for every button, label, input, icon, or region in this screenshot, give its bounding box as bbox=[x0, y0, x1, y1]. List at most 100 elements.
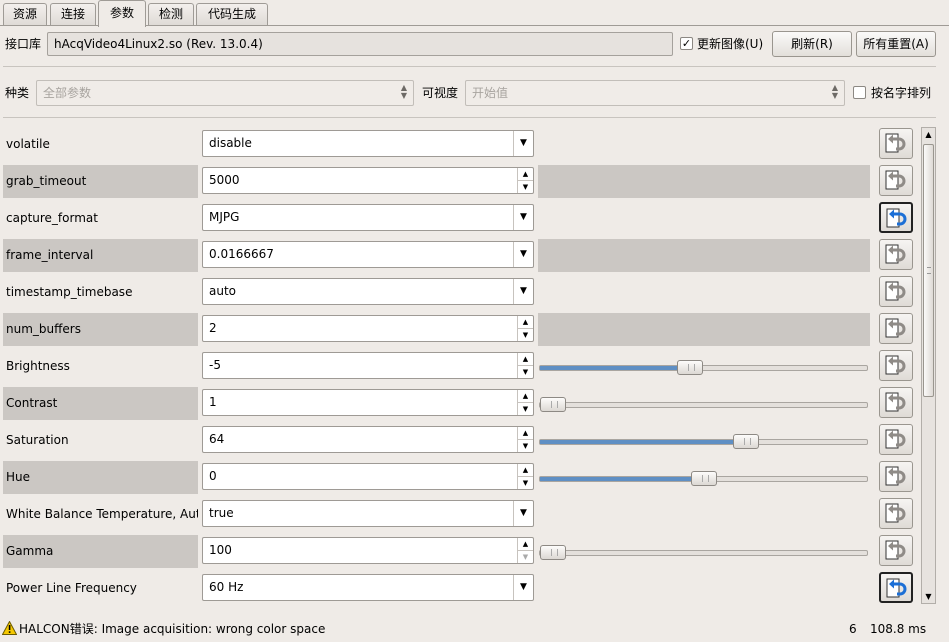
chevron-down-icon[interactable]: ▼ bbox=[513, 131, 533, 156]
param-extra-area bbox=[538, 313, 870, 346]
sort-by-name-label[interactable]: 按名字排列 bbox=[871, 85, 931, 101]
reset-param-button[interactable] bbox=[879, 276, 913, 307]
spin-down-icon[interactable]: ▼ bbox=[518, 365, 533, 377]
reset-param-button[interactable] bbox=[879, 165, 913, 196]
param-name: frame_interval bbox=[3, 239, 198, 272]
interface-label: 接口库 bbox=[5, 37, 42, 51]
param-value-text: 2 bbox=[209, 321, 217, 335]
param-value-text: true bbox=[209, 506, 234, 520]
vertical-scrollbar[interactable]: ▲ ▼ bbox=[921, 127, 936, 604]
param-value-dropdown[interactable]: disable ▼ bbox=[202, 130, 534, 157]
tab-inspect[interactable]: 检测 bbox=[148, 3, 194, 26]
spin-up-icon[interactable]: ▲ bbox=[518, 353, 533, 365]
spin-up-icon[interactable]: ▲ bbox=[518, 538, 533, 550]
param-value-spinbox[interactable]: 64 ▲ ▼ bbox=[202, 426, 534, 453]
chevron-down-icon[interactable]: ▼ bbox=[513, 205, 533, 230]
spin-up-icon[interactable]: ▲ bbox=[518, 464, 533, 476]
param-row: capture_format MJPG ▼ bbox=[0, 200, 920, 237]
reset-param-button[interactable] bbox=[879, 128, 913, 159]
updown-arrow-icon: ▲ ▼ bbox=[400, 83, 408, 100]
chevron-down-icon[interactable]: ▼ bbox=[513, 575, 533, 600]
reset-all-button[interactable]: 所有重置(A) bbox=[856, 31, 936, 57]
separator bbox=[3, 117, 936, 118]
spin-down-icon[interactable]: ▼ bbox=[518, 476, 533, 488]
reset-param-button[interactable] bbox=[879, 350, 913, 381]
undo-icon bbox=[886, 578, 907, 598]
reset-param-button[interactable] bbox=[879, 202, 913, 233]
param-slider[interactable] bbox=[539, 471, 868, 486]
param-value-dropdown[interactable]: 0.0166667 ▼ bbox=[202, 241, 534, 268]
category-label: 种类 bbox=[5, 86, 30, 100]
chevron-down-icon[interactable]: ▼ bbox=[513, 501, 533, 526]
reset-param-button[interactable] bbox=[879, 424, 913, 455]
refresh-button[interactable]: 刷新(R) bbox=[772, 31, 852, 57]
spin-down-icon[interactable]: ▼ bbox=[518, 180, 533, 192]
spin-up-icon[interactable]: ▲ bbox=[518, 316, 533, 328]
scroll-down-icon[interactable]: ▼ bbox=[922, 590, 935, 603]
param-value-spinbox[interactable]: 2 ▲ ▼ bbox=[202, 315, 534, 342]
undo-icon bbox=[885, 429, 906, 449]
param-value-text: 60 Hz bbox=[209, 580, 244, 594]
param-value-dropdown[interactable]: auto ▼ bbox=[202, 278, 534, 305]
param-slider[interactable] bbox=[539, 434, 868, 449]
tab-resources[interactable]: 资源 bbox=[3, 3, 47, 26]
reset-param-button[interactable] bbox=[879, 461, 913, 492]
spin-down-icon[interactable]: ▼ bbox=[518, 328, 533, 340]
param-row: timestamp_timebase auto ▼ bbox=[0, 274, 920, 311]
undo-icon bbox=[885, 133, 906, 153]
undo-icon bbox=[885, 170, 906, 190]
sort-by-name-checkbox[interactable] bbox=[853, 86, 866, 99]
reset-param-button[interactable] bbox=[879, 572, 913, 603]
undo-icon bbox=[885, 318, 906, 338]
chevron-down-icon[interactable]: ▼ bbox=[513, 242, 533, 267]
spin-down-icon[interactable]: ▼ bbox=[518, 402, 533, 414]
param-value-dropdown[interactable]: MJPG ▼ bbox=[202, 204, 534, 231]
scroll-up-icon[interactable]: ▲ bbox=[922, 128, 935, 141]
tab-label: 连接 bbox=[60, 7, 85, 21]
category-combo[interactable]: 全部参数 ▲ ▼ bbox=[36, 80, 414, 106]
tab-code-generation[interactable]: 代码生成 bbox=[196, 3, 268, 26]
slider-handle[interactable] bbox=[540, 397, 567, 412]
param-slider[interactable] bbox=[539, 397, 868, 412]
slider-fill bbox=[540, 366, 691, 370]
param-slider[interactable] bbox=[539, 360, 868, 375]
spin-up-icon[interactable]: ▲ bbox=[518, 427, 533, 439]
update-image-label[interactable]: 更新图像(U) bbox=[697, 36, 763, 52]
spin-down-icon[interactable]: ▼ bbox=[518, 550, 533, 562]
slider-handle[interactable] bbox=[733, 434, 759, 449]
chevron-down-icon[interactable]: ▼ bbox=[513, 279, 533, 304]
param-value-spinbox[interactable]: 5000 ▲ ▼ bbox=[202, 167, 534, 194]
update-image-checkbox[interactable]: ✓ bbox=[680, 37, 693, 50]
slider-handle[interactable] bbox=[540, 545, 567, 560]
param-value-spinbox[interactable]: 0 ▲ ▼ bbox=[202, 463, 534, 490]
reset-param-button[interactable] bbox=[879, 239, 913, 270]
param-extra-area bbox=[538, 572, 870, 605]
param-row: Gamma 100 ▲ ▼ bbox=[0, 533, 920, 570]
scrollbar-thumb[interactable] bbox=[923, 144, 934, 397]
reset-param-button[interactable] bbox=[879, 387, 913, 418]
param-row: Hue 0 ▲ ▼ bbox=[0, 459, 920, 496]
spin-up-icon[interactable]: ▲ bbox=[518, 168, 533, 180]
param-value-dropdown[interactable]: true ▼ bbox=[202, 500, 534, 527]
reset-all-button-label: 所有重置(A) bbox=[863, 37, 929, 51]
reset-param-button[interactable] bbox=[879, 535, 913, 566]
spin-up-icon[interactable]: ▲ bbox=[518, 390, 533, 402]
param-value-dropdown[interactable]: 60 Hz ▼ bbox=[202, 574, 534, 601]
param-slider[interactable] bbox=[539, 545, 868, 560]
param-value-text: disable bbox=[209, 136, 252, 150]
spin-buttons: ▲ ▼ bbox=[517, 427, 533, 452]
reset-param-button[interactable] bbox=[879, 498, 913, 529]
tab-connection[interactable]: 连接 bbox=[50, 3, 96, 26]
separator bbox=[3, 66, 936, 67]
param-value-spinbox[interactable]: 1 ▲ ▼ bbox=[202, 389, 534, 416]
spin-down-icon[interactable]: ▼ bbox=[518, 439, 533, 451]
param-value-spinbox[interactable]: 100 ▲ ▼ bbox=[202, 537, 534, 564]
tab-label: 资源 bbox=[12, 7, 37, 21]
tab-parameters[interactable]: 参数 bbox=[98, 0, 146, 27]
slider-handle[interactable] bbox=[690, 471, 717, 486]
param-value-spinbox[interactable]: -5 ▲ ▼ bbox=[202, 352, 534, 379]
reset-param-button[interactable] bbox=[879, 313, 913, 344]
param-name: timestamp_timebase bbox=[6, 285, 133, 299]
slider-handle[interactable] bbox=[677, 360, 704, 375]
visibility-combo[interactable]: 开始值 ▲ ▼ bbox=[465, 80, 845, 106]
